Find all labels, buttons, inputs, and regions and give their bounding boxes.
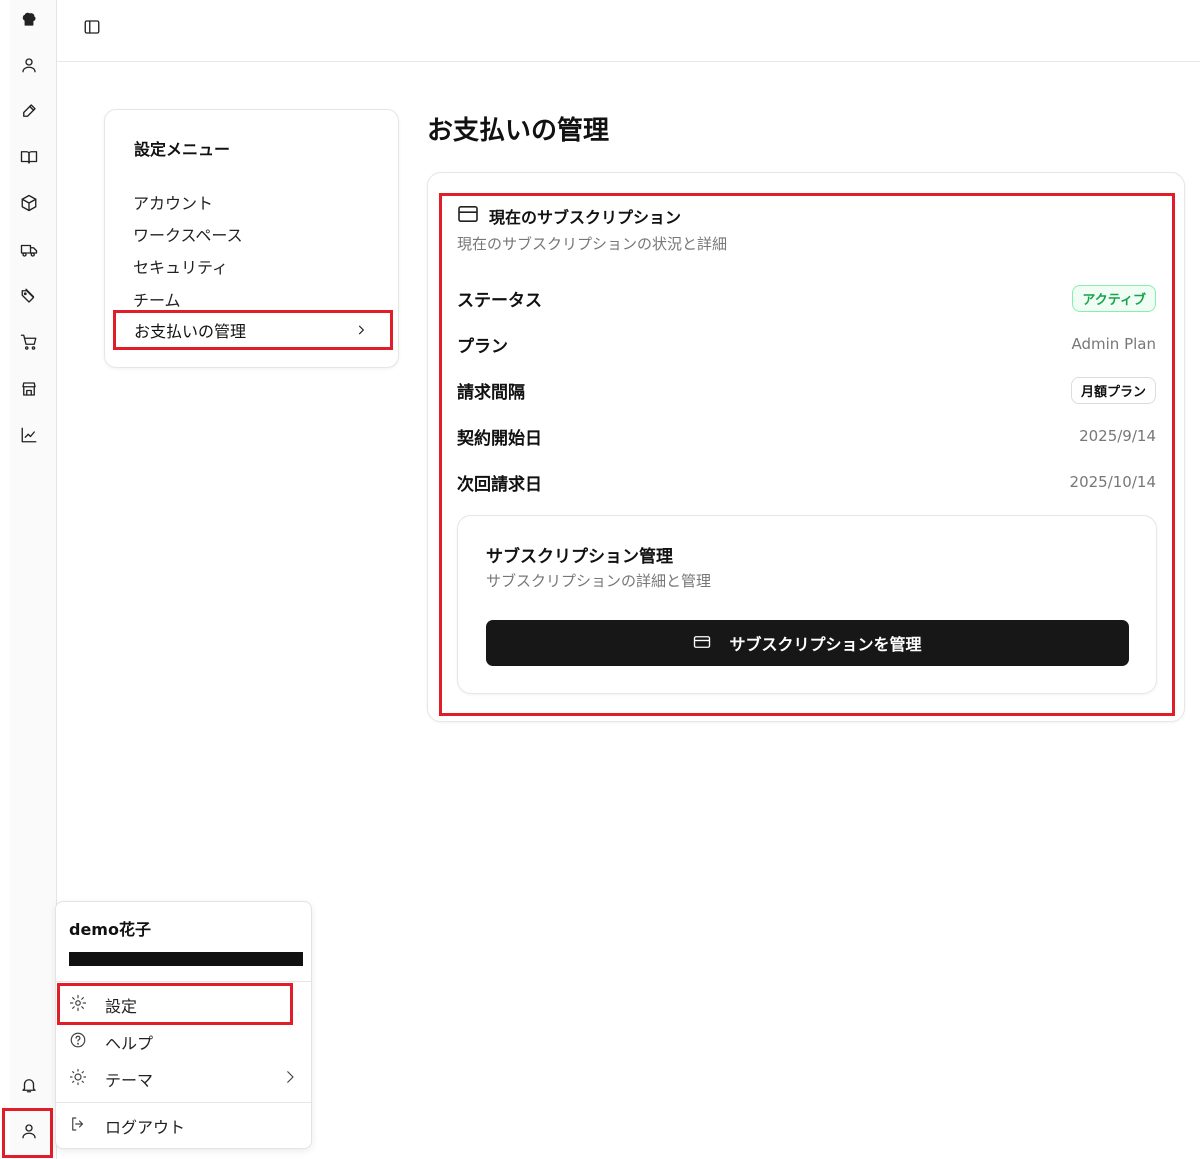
chevron-right-icon: [354, 322, 368, 341]
chevron-right-icon: [281, 1068, 299, 1090]
menu-item-security[interactable]: セキュリティ: [133, 254, 228, 278]
user-popup-menu: demo花子 設定 ヘルプ テーマ ログアウト: [55, 901, 312, 1149]
plan-label: プラン: [457, 336, 508, 357]
sidebar-toggle-icon[interactable]: [82, 17, 102, 37]
subscription-card: 現在のサブスクリプション 現在のサブスクリプションの状況と詳細 ステータス アク…: [427, 172, 1185, 722]
settings-menu-title: 設定メニュー: [134, 140, 231, 159]
credit-card-icon: [457, 205, 479, 227]
store-icon[interactable]: [18, 378, 40, 400]
user-name: demo花子: [69, 920, 151, 939]
status-badge: アクティブ: [1072, 284, 1156, 312]
management-title: サブスクリプション管理: [486, 547, 673, 567]
user-icon[interactable]: [18, 54, 40, 76]
bell-icon[interactable]: [18, 1074, 40, 1096]
logout-icon: [69, 1115, 87, 1137]
pen-icon[interactable]: [18, 100, 40, 122]
page-title: お支払いの管理: [427, 116, 610, 146]
popup-item-help[interactable]: ヘルプ: [69, 1027, 299, 1057]
gear-icon: [69, 994, 87, 1016]
popup-item-settings[interactable]: 設定: [69, 990, 299, 1020]
sun-icon: [69, 1068, 87, 1090]
menu-item-team[interactable]: チーム: [133, 287, 181, 311]
plan-value: Admin Plan: [1071, 335, 1157, 353]
book-icon[interactable]: [18, 146, 40, 168]
left-rail: [10, 0, 57, 1159]
start-date-value: 2025/9/14: [1079, 427, 1156, 445]
menu-item-billing-label: お支払いの管理: [134, 322, 247, 341]
popup-item-help-label: ヘルプ: [105, 1034, 154, 1053]
start-date-label: 契約開始日: [457, 428, 542, 449]
top-bar: [57, 0, 1200, 62]
divider: [56, 1102, 311, 1103]
subscription-title: 現在のサブスクリプション: [489, 208, 682, 227]
next-billing-label: 次回請求日: [457, 474, 542, 495]
subscription-description: 現在のサブスクリプションの状況と詳細: [457, 235, 728, 253]
credit-card-icon: [693, 634, 711, 653]
redacted-email: [69, 952, 303, 966]
manage-subscription-button[interactable]: サブスクリプションを管理: [486, 620, 1129, 666]
logo-icon[interactable]: [18, 8, 40, 30]
menu-item-workspace[interactable]: ワークスペース: [133, 222, 243, 246]
menu-item-account[interactable]: アカウント: [133, 190, 213, 214]
divider: [56, 981, 311, 982]
subscription-header: 現在のサブスクリプション: [457, 204, 681, 228]
status-label: ステータス: [457, 290, 542, 311]
billing-interval-row: 請求間隔 月額プラン: [457, 375, 1156, 405]
subscription-management-card: サブスクリプション管理 サブスクリプションの詳細と管理 サブスクリプションを管理: [457, 515, 1157, 694]
settings-menu-card: 設定メニュー アカウント ワークスペース セキュリティ チーム お支払いの管理: [104, 109, 399, 368]
popup-item-theme-label: テーマ: [105, 1071, 154, 1090]
tags-icon[interactable]: [18, 285, 40, 307]
package-icon[interactable]: [18, 192, 40, 214]
popup-item-logout-label: ログアウト: [105, 1118, 186, 1137]
status-row: ステータス アクティブ: [457, 283, 1156, 313]
next-billing-value: 2025/10/14: [1069, 473, 1156, 491]
start-date-row: 契約開始日 2025/9/14: [457, 421, 1156, 451]
popup-item-logout[interactable]: ログアウト: [69, 1111, 299, 1141]
billing-interval-badge: 月額プラン: [1070, 376, 1156, 404]
next-billing-row: 次回請求日 2025/10/14: [457, 467, 1156, 497]
billing-interval-label: 請求間隔: [457, 382, 525, 403]
popup-item-theme[interactable]: テーマ: [69, 1064, 299, 1094]
cart-icon[interactable]: [18, 331, 40, 353]
management-description: サブスクリプションの詳細と管理: [486, 572, 712, 590]
popup-item-settings-label: 設定: [105, 997, 138, 1016]
help-icon: [69, 1031, 87, 1053]
plan-row: プラン Admin Plan: [457, 329, 1156, 359]
chart-icon[interactable]: [18, 424, 40, 446]
menu-item-billing[interactable]: お支払いの管理: [113, 310, 393, 350]
manage-subscription-label: サブスクリプションを管理: [729, 635, 922, 654]
user-button-highlight: [2, 1108, 53, 1158]
truck-icon[interactable]: [18, 239, 40, 261]
